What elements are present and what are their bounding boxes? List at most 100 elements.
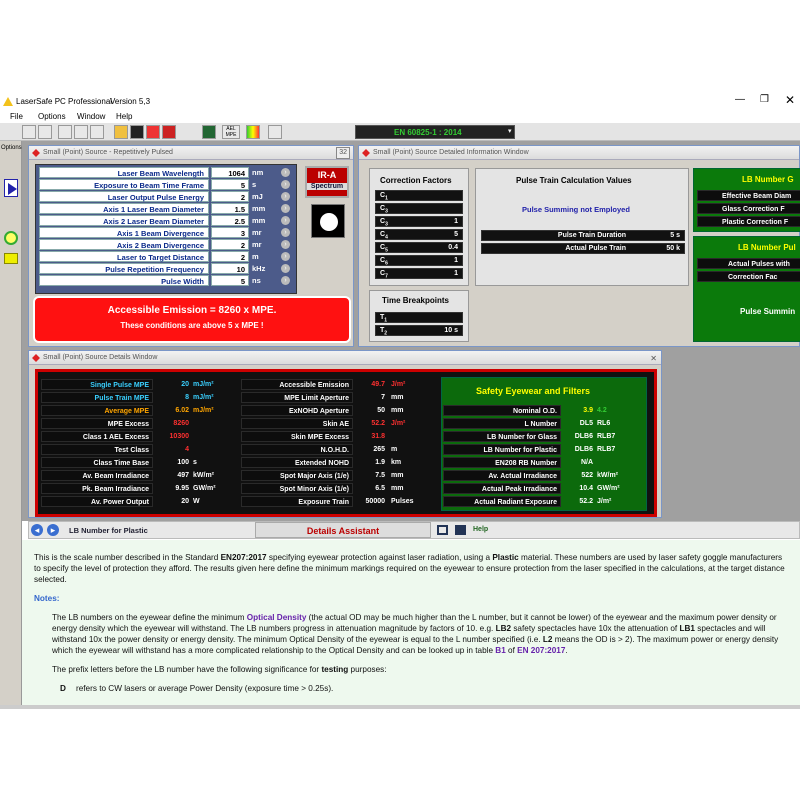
arrow-right-icon[interactable]: › — [281, 264, 290, 273]
tools-icon[interactable] — [146, 125, 160, 139]
arrow-right-icon[interactable]: › — [281, 276, 290, 285]
open-icon[interactable] — [38, 125, 52, 139]
menu-options[interactable]: Options — [38, 112, 66, 121]
forward-icon[interactable]: ▸ — [47, 524, 59, 536]
tb-key: T1 — [380, 313, 387, 325]
arrow-right-icon[interactable]: › — [281, 240, 290, 249]
tb-key: T2 — [380, 326, 387, 338]
w1-titlebar[interactable]: Small (Point) Source - Repetitively Puls… — [29, 146, 353, 160]
arrow-right-icon[interactable]: › — [281, 216, 290, 225]
detail-unit: mJ/m² — [193, 381, 214, 388]
detail-unit: mJ/m² — [193, 394, 214, 401]
save-icon[interactable] — [455, 525, 466, 535]
minimize-button[interactable]: — — [735, 94, 745, 105]
param-value[interactable]: 2 — [211, 239, 249, 250]
eyewear-value-2: kW/m² — [597, 472, 618, 479]
arrow-right-icon[interactable]: › — [281, 204, 290, 213]
meter-icon[interactable] — [246, 125, 260, 139]
tb-row: T1 — [375, 312, 463, 323]
print-icon[interactable] — [268, 125, 282, 139]
options-tab[interactable]: Options — [1, 145, 22, 151]
band-label: IR-A — [317, 170, 337, 180]
param-value[interactable]: 3 — [211, 227, 249, 238]
detail-value: 7.5 — [375, 472, 385, 479]
detail-label: Extended NOHD — [241, 457, 353, 468]
param-unit: ns — [252, 276, 261, 285]
arrow-right-icon[interactable]: › — [281, 192, 290, 201]
detail-value: 6.5 — [375, 485, 385, 492]
back-icon[interactable]: ◂ — [31, 524, 43, 536]
window-icon[interactable] — [437, 525, 448, 535]
w2-titlebar[interactable]: Small (Point) Source Detailed Informatio… — [359, 146, 799, 160]
arrow-right-icon[interactable]: › — [281, 228, 290, 237]
pt-title: Pulse Train Calculation Values — [516, 176, 632, 185]
arrow-right-icon[interactable]: › — [281, 180, 290, 189]
param-value[interactable]: 1.5 — [211, 203, 249, 214]
eyewear-label: Actual Peak Irradiance — [443, 483, 561, 494]
detail-label: Spot Minor Axis (1/e) — [241, 483, 353, 494]
help-para-1: This is the scale number described in th… — [34, 553, 785, 584]
table-icon[interactable] — [202, 125, 216, 139]
param-value[interactable]: 2.5 — [211, 215, 249, 226]
lbp-row: Correction Fac — [697, 271, 800, 282]
detail-label: Skin MPE Excess — [241, 431, 353, 442]
w3-titlebar[interactable]: Small (Point) Source Details Window ✕ — [29, 351, 661, 365]
play-icon[interactable] — [4, 179, 18, 197]
cf-key: C3 — [380, 217, 388, 229]
app-titlebar: LaserSafe PC Professional Version 5,3 — … — [0, 93, 800, 110]
eyewear-label: L Number — [443, 418, 561, 429]
arrow-right-icon[interactable]: › — [281, 168, 290, 177]
param-value[interactable]: 10 — [211, 263, 249, 274]
detailed-info-window: Small (Point) Source Detailed Informatio… — [358, 145, 800, 347]
cf-value: 1 — [454, 218, 458, 225]
param-value[interactable]: 5 — [211, 275, 249, 286]
detail-label: Av. Power Output — [41, 496, 153, 507]
note-icon[interactable] — [4, 253, 18, 264]
beam-icon[interactable] — [130, 125, 144, 139]
standard-select[interactable]: EN 60825-1 : 2014 ▾ — [355, 125, 515, 139]
param-value[interactable]: 5 — [211, 179, 249, 190]
menu-file[interactable]: File — [10, 112, 23, 121]
menu-window[interactable]: Window — [77, 112, 105, 121]
param-label: Axis 2 Laser Beam Diameter — [39, 215, 209, 226]
lbp-title: LB Number Pul — [738, 243, 796, 252]
help-panel: This is the scale number described in th… — [22, 540, 800, 705]
paste-icon[interactable] — [90, 125, 104, 139]
arrow-right-icon[interactable]: › — [281, 252, 290, 261]
cf-row: C6 1 — [375, 255, 463, 266]
app-version: Version 5,3 — [110, 97, 151, 106]
cut-icon[interactable] — [58, 125, 72, 139]
band-badge[interactable]: IR-A Spectrum — [305, 166, 349, 198]
maximize-button[interactable]: ❐ — [760, 94, 769, 105]
assistant-help[interactable]: Help — [473, 526, 488, 533]
extinguisher-icon[interactable] — [162, 125, 176, 139]
toolbar: AEL MPE EN 60825-1 : 2014 ▾ — [0, 123, 800, 141]
close-button[interactable]: ✕ — [785, 93, 795, 107]
param-unit: mm — [252, 204, 266, 213]
detail-value: 20 — [181, 381, 189, 388]
chevron-down-icon: ▾ — [508, 128, 512, 135]
param-value[interactable]: 1064 — [211, 167, 249, 178]
cf-row: C3 — [375, 203, 463, 214]
ael-mpe-icon[interactable]: AEL MPE — [222, 125, 240, 139]
w1-close-button[interactable]: 32 — [336, 147, 350, 159]
calc-icon[interactable] — [114, 125, 128, 139]
tb-title: Time Breakpoints — [382, 296, 449, 305]
search-icon[interactable] — [4, 231, 18, 245]
detail-value: 7 — [381, 394, 385, 401]
pt-label: Actual Pulse Train — [565, 245, 626, 252]
copy-icon[interactable] — [74, 125, 88, 139]
new-icon[interactable] — [22, 125, 36, 139]
pt-status: Pulse Summing not Employed — [522, 205, 630, 214]
param-label: Pulse Repetition Frequency — [39, 263, 209, 274]
detail-unit: kW/m² — [193, 472, 214, 479]
menu-help[interactable]: Help — [116, 112, 132, 121]
eyewear-value-1: 522 — [581, 472, 593, 479]
repetitive-pulsed-window: Small (Point) Source - Repetitively Puls… — [28, 145, 354, 347]
assistant-topic: LB Number for Plastic — [69, 526, 148, 535]
detail-value: 100 — [177, 459, 189, 466]
w3-close-button[interactable]: ✕ — [650, 352, 657, 364]
param-value[interactable]: 2 — [211, 251, 249, 262]
cf-key: C3 — [380, 204, 388, 216]
param-value[interactable]: 2 — [211, 191, 249, 202]
